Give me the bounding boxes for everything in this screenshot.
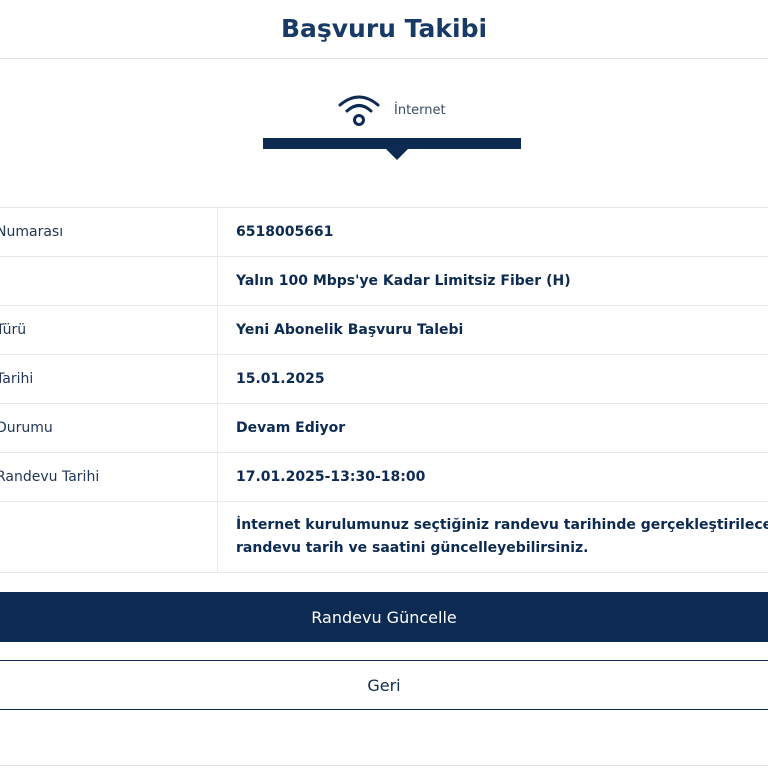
bottom-divider bbox=[0, 765, 768, 766]
detail-value: 15.01.2025 bbox=[236, 371, 325, 387]
detail-value: 17.01.2025-13:30-18:00 bbox=[236, 469, 426, 485]
info-note-line: İnternet kurulumunuz seçtiğiniz randevu … bbox=[236, 517, 768, 533]
application-tracking-page: Başvuru Takibi İnternet Numarası 6518005… bbox=[0, 0, 768, 768]
detail-label bbox=[0, 257, 218, 305]
tab-internet[interactable]: İnternet bbox=[337, 93, 446, 127]
detail-value: Devam Ediyor bbox=[236, 420, 346, 436]
detail-row-application-status: Durumu Devam Ediyor bbox=[0, 404, 768, 453]
detail-row-appointment-date: Randevu Tarihi 17.01.2025-13:30-18:00 bbox=[0, 453, 768, 502]
active-tab-indicator bbox=[263, 138, 521, 149]
detail-label: Türü bbox=[0, 306, 218, 354]
wifi-icon bbox=[338, 95, 380, 126]
detail-row-info-note: İnternet kurulumunuz seçtiğiniz randevu … bbox=[0, 502, 768, 573]
active-tab-caret bbox=[386, 149, 408, 160]
info-note-text: İnternet kurulumunuz seçtiğiniz randevu … bbox=[218, 502, 768, 572]
detail-label: Tarihi bbox=[0, 355, 218, 403]
detail-row-package: Yalın 100 Mbps'ye Kadar Limitsiz Fiber (… bbox=[0, 257, 768, 306]
detail-value: Yeni Abonelik Başvuru Talebi bbox=[236, 322, 464, 338]
back-button[interactable]: Geri bbox=[0, 660, 768, 710]
detail-label: Numarası bbox=[0, 208, 218, 256]
detail-value: Yalın 100 Mbps'ye Kadar Limitsiz Fiber (… bbox=[236, 273, 571, 289]
detail-row-application-date: Tarihi 15.01.2025 bbox=[0, 355, 768, 404]
title-divider bbox=[0, 58, 768, 59]
detail-label: Durumu bbox=[0, 404, 218, 452]
info-note-line: randevu tarih ve saatini güncelleyebilir… bbox=[236, 540, 589, 556]
detail-label: Randevu Tarihi bbox=[0, 453, 218, 501]
tab-internet-label: İnternet bbox=[394, 102, 446, 118]
update-appointment-button[interactable]: Randevu Güncelle bbox=[0, 592, 768, 642]
detail-label bbox=[0, 502, 218, 572]
application-details-table: Numarası 6518005661 Yalın 100 Mbps'ye Ka… bbox=[0, 207, 768, 573]
page-title: Başvuru Takibi bbox=[280, 14, 488, 43]
detail-row-application-type: Türü Yeni Abonelik Başvuru Talebi bbox=[0, 306, 768, 355]
detail-value: 6518005661 bbox=[236, 224, 334, 240]
detail-row-application-number: Numarası 6518005661 bbox=[0, 208, 768, 257]
